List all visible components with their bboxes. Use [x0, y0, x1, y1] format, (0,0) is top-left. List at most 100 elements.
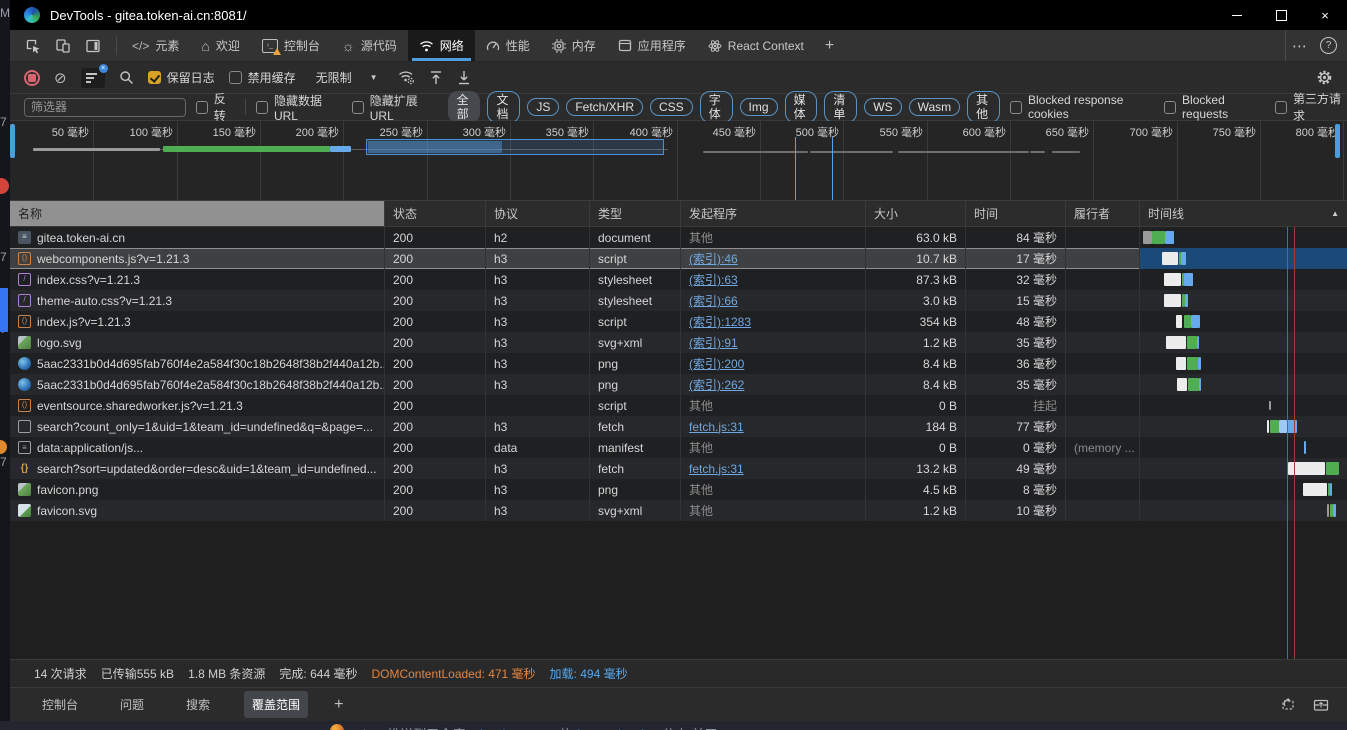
filter-chip-字体[interactable]: 字体: [700, 91, 733, 123]
filter-chip-Img[interactable]: Img: [740, 98, 778, 116]
background-text-fragment: 7: [0, 455, 10, 469]
filter-chip-Wasm[interactable]: Wasm: [909, 98, 961, 116]
column-header-protocol[interactable]: 协议: [486, 201, 590, 226]
column-header-status[interactable]: 状态: [385, 201, 486, 226]
blocked-requests-checkbox[interactable]: Blocked requests: [1164, 93, 1265, 121]
overview-selection[interactable]: [366, 139, 664, 155]
disable-cache-checkbox[interactable]: 禁用缓存: [229, 69, 296, 86]
table-row[interactable]: ()index.js?v=1.21.3200h3script(索引):12833…: [10, 311, 1347, 332]
more-options-icon[interactable]: ⋯: [1286, 37, 1314, 55]
table-row[interactable]: logo.svg200h3svg+xml(索引):911.2 kB35 毫秒: [10, 332, 1347, 353]
initiator-link[interactable]: (索引):46: [689, 250, 738, 267]
cell-protocol: [486, 395, 590, 416]
invert-checkbox[interactable]: 反转: [196, 90, 235, 124]
table-row[interactable]: 5aac2331b0d4d695fab760f4e2a584f30c18b264…: [10, 353, 1347, 374]
drawer-tab-coverage[interactable]: 覆盖范围: [244, 691, 308, 718]
column-header-fulfilled-by[interactable]: 履行者: [1066, 201, 1140, 226]
filter-chip-媒体[interactable]: 媒体: [785, 91, 818, 123]
clear-icon[interactable]: ⊘: [54, 69, 67, 87]
table-row[interactable]: ≡gitea.token-ai.cn200h2document其他63.0 kB…: [10, 227, 1347, 248]
table-row[interactable]: ()eventsource.sharedworker.js?v=1.21.320…: [10, 395, 1347, 416]
column-header-size[interactable]: 大小: [866, 201, 966, 226]
initiator-link[interactable]: (索引):200: [689, 355, 744, 372]
drawer-tab-search[interactable]: 搜索: [178, 691, 218, 718]
table-row[interactable]: 5aac2331b0d4d695fab760f4e2a584f30c18b264…: [10, 374, 1347, 395]
coverage-reload-icon[interactable]: [1278, 697, 1295, 712]
initiator-link[interactable]: fetch.js:31: [689, 462, 744, 476]
table-row[interactable]: /theme-auto.css?v=1.21.3200h3stylesheet(…: [10, 290, 1347, 311]
cell-fulfilled-by: [1066, 458, 1140, 479]
inspect-element-icon[interactable]: [20, 34, 46, 58]
dock-side-icon[interactable]: [80, 34, 106, 58]
help-icon[interactable]: ?: [1320, 37, 1337, 54]
initiator-link[interactable]: (索引):63: [689, 271, 738, 288]
table-row[interactable]: search?count_only=1&uid=1&team_id=undefi…: [10, 416, 1347, 437]
tab-label: 网络: [440, 37, 464, 54]
tab-performance[interactable]: 性能: [475, 30, 541, 61]
import-har-icon[interactable]: [429, 70, 443, 85]
close-button[interactable]: ×: [1303, 0, 1347, 30]
cell-time: 77 毫秒: [966, 416, 1066, 437]
tab-welcome[interactable]: ⌂ 欢迎: [190, 30, 250, 61]
maximize-button[interactable]: [1259, 0, 1303, 30]
device-toolbar-icon[interactable]: [50, 34, 76, 58]
filter-chip-文档[interactable]: 文档: [487, 91, 520, 123]
request-name: theme-auto.css?v=1.21.3: [37, 294, 172, 308]
preserve-log-checkbox[interactable]: 保留日志: [148, 69, 215, 86]
table-row[interactable]: favicon.png200h3png其他4.5 kB8 毫秒: [10, 479, 1347, 500]
minimize-button[interactable]: [1215, 0, 1259, 30]
filter-chip-Fetch/XHR[interactable]: Fetch/XHR: [566, 98, 643, 116]
cell-type: fetch: [590, 416, 681, 437]
initiator-link[interactable]: (索引):66: [689, 292, 738, 309]
table-row[interactable]: ()webcomponents.js?v=1.21.3200h3script(索…: [10, 248, 1347, 269]
network-overview[interactable]: 50 毫秒100 毫秒150 毫秒200 毫秒250 毫秒300 毫秒350 毫…: [10, 121, 1347, 201]
column-header-initiator[interactable]: 发起程序: [681, 201, 866, 226]
filter-toggle-button[interactable]: ×: [81, 68, 105, 88]
blocked-cookies-checkbox[interactable]: Blocked response cookies: [1010, 93, 1154, 121]
initiator-link[interactable]: (索引):1283: [689, 313, 751, 330]
column-header-waterfall[interactable]: 时间线 ▲: [1140, 201, 1347, 226]
filter-chip-WS[interactable]: WS: [864, 98, 901, 116]
table-row[interactable]: {}search?sort=updated&order=desc&uid=1&t…: [10, 458, 1347, 479]
add-drawer-tab-button[interactable]: +: [334, 696, 343, 714]
column-header-time[interactable]: 时间: [966, 201, 1066, 226]
tab-console[interactable]: ›_ 控制台: [251, 30, 331, 61]
tab-memory[interactable]: 内存: [541, 30, 607, 61]
checkbox-unchecked: [256, 101, 268, 114]
tab-react-context[interactable]: React Context: [697, 30, 815, 61]
hide-extension-urls-checkbox[interactable]: 隐藏扩展 URL: [352, 92, 438, 123]
overview-right-handle[interactable]: [1335, 124, 1340, 158]
export-coverage-icon[interactable]: [1313, 698, 1329, 712]
table-row[interactable]: favicon.svg200h3svg+xml其他1.2 kB10 毫秒: [10, 500, 1347, 521]
tab-network[interactable]: 网络: [408, 30, 475, 61]
tab-sources[interactable]: ☼ 源代码: [331, 30, 408, 61]
filter-chip-CSS[interactable]: CSS: [650, 98, 693, 116]
add-panel-button[interactable]: +: [815, 30, 844, 61]
initiator-link[interactable]: (索引):91: [689, 334, 738, 351]
filter-chip-清单[interactable]: 清单: [824, 91, 857, 123]
export-har-icon[interactable]: [457, 70, 471, 85]
search-icon[interactable]: [119, 70, 134, 85]
initiator-text: 其他: [689, 439, 713, 456]
settings-gear-icon[interactable]: [1316, 69, 1333, 86]
overview-left-handle[interactable]: [10, 124, 15, 158]
filter-chip-其他[interactable]: 其他: [967, 91, 1000, 123]
filter-chip-全部[interactable]: 全部: [448, 91, 481, 123]
hide-data-urls-checkbox[interactable]: 隐藏数据 URL: [256, 92, 342, 123]
initiator-link[interactable]: (索引):262: [689, 376, 744, 393]
table-row[interactable]: ≡data:application/js...200datamanifest其他…: [10, 437, 1347, 458]
filter-chip-JS[interactable]: JS: [527, 98, 559, 116]
third-party-checkbox[interactable]: 第三方请求: [1275, 90, 1347, 124]
tab-elements[interactable]: </> 元素: [121, 30, 190, 61]
filter-input[interactable]: [24, 98, 186, 117]
drawer-tab-console[interactable]: 控制台: [34, 691, 86, 718]
tab-application[interactable]: 应用程序: [607, 30, 697, 61]
throttling-select[interactable]: 无限制 ▼: [310, 67, 384, 88]
initiator-link[interactable]: fetch.js:31: [689, 420, 744, 434]
table-row[interactable]: /index.css?v=1.21.3200h3stylesheet(索引):6…: [10, 269, 1347, 290]
network-conditions-icon[interactable]: [398, 70, 415, 85]
drawer-tab-issues[interactable]: 问题: [112, 691, 152, 718]
column-header-name[interactable]: 名称: [10, 201, 385, 226]
record-button[interactable]: [24, 70, 40, 86]
column-header-type[interactable]: 类型: [590, 201, 681, 226]
